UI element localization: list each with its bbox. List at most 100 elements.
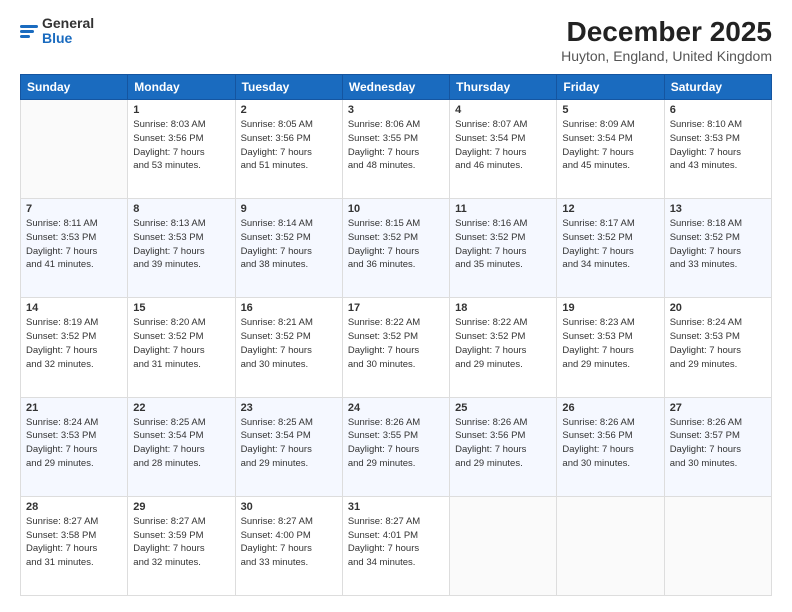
calendar-cell: 28 Sunrise: 8:27 AM Sunset: 3:58 PM Dayli… (21, 496, 128, 595)
calendar-cell: 27 Sunrise: 8:26 AM Sunset: 3:57 PM Dayli… (664, 397, 771, 496)
calendar-week-row: 1 Sunrise: 8:03 AM Sunset: 3:56 PM Daylig… (21, 100, 772, 199)
day-number: 21 (26, 402, 122, 414)
day-number: 2 (241, 104, 337, 116)
cell-content: Sunrise: 8:11 AM Sunset: 3:53 PM Dayligh… (26, 217, 122, 272)
calendar-cell (21, 100, 128, 199)
day-number: 17 (348, 302, 444, 314)
cell-content: Sunrise: 8:22 AM Sunset: 3:52 PM Dayligh… (348, 316, 444, 371)
month-title: December 2025 (561, 16, 772, 48)
cell-content: Sunrise: 8:27 AM Sunset: 4:01 PM Dayligh… (348, 515, 444, 570)
calendar-cell: 23Sunrise: 8:25 AM Sunset: 3:54 PM Dayli… (235, 397, 342, 496)
calendar-cell: 13 Sunrise: 8:18 AM Sunset: 3:52 PM Dayli… (664, 199, 771, 298)
calendar-table: SundayMondayTuesdayWednesdayThursdayFrid… (20, 74, 772, 596)
calendar-header-tuesday: Tuesday (235, 75, 342, 100)
calendar-cell: 24 Sunrise: 8:26 AM Sunset: 3:55 PM Dayli… (342, 397, 449, 496)
logo-general: General (42, 16, 94, 31)
cell-content: Sunrise: 8:27 AM Sunset: 3:58 PM Dayligh… (26, 515, 122, 570)
calendar-header-saturday: Saturday (664, 75, 771, 100)
calendar-cell: 9 Sunrise: 8:14 AM Sunset: 3:52 PM Daylig… (235, 199, 342, 298)
cell-content: Sunrise: 8:21 AM Sunset: 3:52 PM Dayligh… (241, 316, 337, 371)
day-number: 9 (241, 203, 337, 215)
day-number: 12 (562, 203, 658, 215)
cell-content: Sunrise: 8:19 AM Sunset: 3:52 PM Dayligh… (26, 316, 122, 371)
day-number: 31 (348, 501, 444, 513)
day-number: 3 (348, 104, 444, 116)
day-number: 1 (133, 104, 229, 116)
cell-content: Sunrise: 8:14 AM Sunset: 3:52 PM Dayligh… (241, 217, 337, 272)
calendar-cell: 7Sunrise: 8:11 AM Sunset: 3:53 PM Daylig… (21, 199, 128, 298)
day-number: 13 (670, 203, 766, 215)
calendar-cell: 4Sunrise: 8:07 AM Sunset: 3:54 PM Daylig… (450, 100, 557, 199)
calendar-cell: 1 Sunrise: 8:03 AM Sunset: 3:56 PM Daylig… (128, 100, 235, 199)
day-number: 23 (241, 402, 337, 414)
calendar-cell: 21 Sunrise: 8:24 AM Sunset: 3:53 PM Dayli… (21, 397, 128, 496)
calendar-cell: 12 Sunrise: 8:17 AM Sunset: 3:52 PM Dayli… (557, 199, 664, 298)
day-number: 8 (133, 203, 229, 215)
calendar-week-row: 21 Sunrise: 8:24 AM Sunset: 3:53 PM Dayli… (21, 397, 772, 496)
calendar-header-wednesday: Wednesday (342, 75, 449, 100)
cell-content: Sunrise: 8:13 AM Sunset: 3:53 PM Dayligh… (133, 217, 229, 272)
day-number: 29 (133, 501, 229, 513)
day-number: 6 (670, 104, 766, 116)
location: Huyton, England, United Kingdom (561, 48, 772, 64)
calendar-week-row: 7Sunrise: 8:11 AM Sunset: 3:53 PM Daylig… (21, 199, 772, 298)
calendar-cell: 19 Sunrise: 8:23 AM Sunset: 3:53 PM Dayli… (557, 298, 664, 397)
day-number: 24 (348, 402, 444, 414)
calendar-header-sunday: Sunday (21, 75, 128, 100)
calendar-cell: 2 Sunrise: 8:05 AM Sunset: 3:56 PM Daylig… (235, 100, 342, 199)
calendar-cell: 31 Sunrise: 8:27 AM Sunset: 4:01 PM Dayli… (342, 496, 449, 595)
cell-content: Sunrise: 8:27 AM Sunset: 3:59 PM Dayligh… (133, 515, 229, 570)
cell-content: Sunrise: 8:24 AM Sunset: 3:53 PM Dayligh… (26, 416, 122, 471)
day-number: 26 (562, 402, 658, 414)
cell-content: Sunrise: 8:25 AM Sunset: 3:54 PM Dayligh… (133, 416, 229, 471)
calendar-cell: 29 Sunrise: 8:27 AM Sunset: 3:59 PM Dayli… (128, 496, 235, 595)
cell-content: Sunrise: 8:16 AM Sunset: 3:52 PM Dayligh… (455, 217, 551, 272)
calendar-cell (557, 496, 664, 595)
calendar-cell: 6 Sunrise: 8:10 AM Sunset: 3:53 PM Daylig… (664, 100, 771, 199)
calendar-week-row: 28 Sunrise: 8:27 AM Sunset: 3:58 PM Dayli… (21, 496, 772, 595)
calendar-header-row: SundayMondayTuesdayWednesdayThursdayFrid… (21, 75, 772, 100)
header: General Blue December 2025 Huyton, Engla… (20, 16, 772, 64)
calendar-cell: 5Sunrise: 8:09 AM Sunset: 3:54 PM Daylig… (557, 100, 664, 199)
calendar-cell: 11 Sunrise: 8:16 AM Sunset: 3:52 PM Dayli… (450, 199, 557, 298)
cell-content: Sunrise: 8:03 AM Sunset: 3:56 PM Dayligh… (133, 118, 229, 173)
calendar-cell: 16 Sunrise: 8:21 AM Sunset: 3:52 PM Dayli… (235, 298, 342, 397)
calendar-cell: 10Sunrise: 8:15 AM Sunset: 3:52 PM Dayli… (342, 199, 449, 298)
cell-content: Sunrise: 8:23 AM Sunset: 3:53 PM Dayligh… (562, 316, 658, 371)
day-number: 25 (455, 402, 551, 414)
logo-blue: Blue (42, 31, 94, 46)
cell-content: Sunrise: 8:26 AM Sunset: 3:57 PM Dayligh… (670, 416, 766, 471)
day-number: 28 (26, 501, 122, 513)
logo-lines (20, 25, 38, 38)
calendar-week-row: 14 Sunrise: 8:19 AM Sunset: 3:52 PM Dayli… (21, 298, 772, 397)
page: General Blue December 2025 Huyton, Engla… (0, 0, 792, 612)
logo: General Blue (20, 16, 94, 47)
logo-line-3 (20, 35, 30, 38)
day-number: 27 (670, 402, 766, 414)
cell-content: Sunrise: 8:17 AM Sunset: 3:52 PM Dayligh… (562, 217, 658, 272)
day-number: 19 (562, 302, 658, 314)
calendar-cell: 26Sunrise: 8:26 AM Sunset: 3:56 PM Dayli… (557, 397, 664, 496)
day-number: 16 (241, 302, 337, 314)
cell-content: Sunrise: 8:18 AM Sunset: 3:52 PM Dayligh… (670, 217, 766, 272)
cell-content: Sunrise: 8:06 AM Sunset: 3:55 PM Dayligh… (348, 118, 444, 173)
day-number: 10 (348, 203, 444, 215)
calendar-header-monday: Monday (128, 75, 235, 100)
logo-text: General Blue (42, 16, 94, 47)
calendar-cell: 15Sunrise: 8:20 AM Sunset: 3:52 PM Dayli… (128, 298, 235, 397)
day-number: 14 (26, 302, 122, 314)
title-block: December 2025 Huyton, England, United Ki… (561, 16, 772, 64)
cell-content: Sunrise: 8:26 AM Sunset: 3:55 PM Dayligh… (348, 416, 444, 471)
logo-icon (20, 25, 38, 38)
calendar-cell: 18Sunrise: 8:22 AM Sunset: 3:52 PM Dayli… (450, 298, 557, 397)
calendar-cell: 30 Sunrise: 8:27 AM Sunset: 4:00 PM Dayli… (235, 496, 342, 595)
calendar-header-thursday: Thursday (450, 75, 557, 100)
day-number: 30 (241, 501, 337, 513)
cell-content: Sunrise: 8:05 AM Sunset: 3:56 PM Dayligh… (241, 118, 337, 173)
calendar-cell (664, 496, 771, 595)
logo-line-1 (20, 25, 38, 28)
day-number: 11 (455, 203, 551, 215)
calendar-cell: 8 Sunrise: 8:13 AM Sunset: 3:53 PM Daylig… (128, 199, 235, 298)
cell-content: Sunrise: 8:27 AM Sunset: 4:00 PM Dayligh… (241, 515, 337, 570)
cell-content: Sunrise: 8:10 AM Sunset: 3:53 PM Dayligh… (670, 118, 766, 173)
